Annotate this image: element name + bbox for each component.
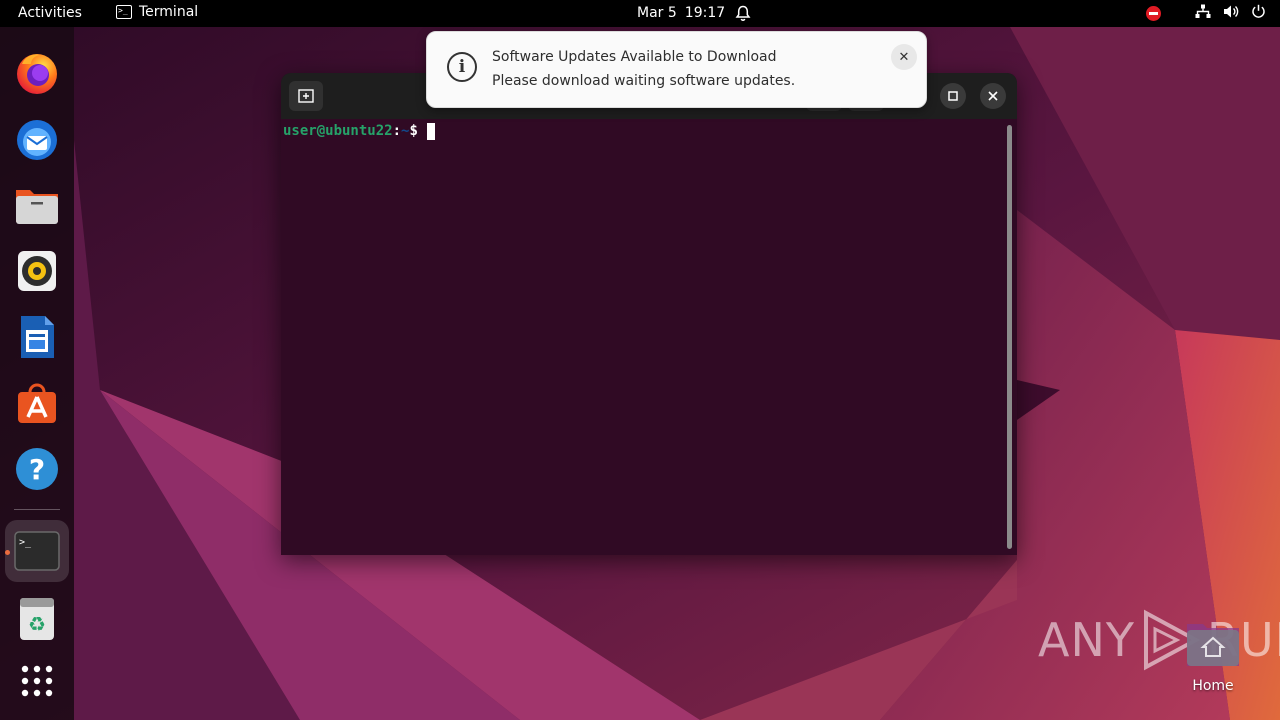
volume-icon	[1223, 4, 1239, 23]
notification-title: Software Updates Available to Download	[492, 49, 777, 65]
new-tab-button[interactable]	[289, 81, 323, 111]
notification-banner[interactable]: i Software Updates Available to Download…	[426, 31, 927, 108]
close-button[interactable]	[980, 83, 1006, 109]
maximize-button[interactable]	[940, 83, 966, 109]
notification-close-button[interactable]: ✕	[891, 44, 917, 70]
app-menu-label: Terminal	[139, 4, 199, 20]
home-folder-label[interactable]: Home	[1185, 678, 1241, 694]
dock: ? >_ ♻	[0, 27, 74, 720]
software-store-icon	[18, 383, 56, 423]
watermark-left: ANY	[1038, 613, 1135, 667]
dock-thunderbird[interactable]	[13, 115, 61, 163]
prompt-dollar: $	[409, 123, 418, 139]
firefox-icon	[17, 54, 57, 94]
top-bar: Activities >_ Terminal Mar 5 19:17	[0, 0, 1280, 27]
help-icon: ?	[16, 448, 58, 490]
activities-button[interactable]: Activities	[18, 5, 82, 21]
terminal-window[interactable]: user@ubuntu22:~$	[281, 73, 1017, 555]
svg-text:♻: ♻	[28, 612, 46, 636]
terminal-output[interactable]: user@ubuntu22:~$	[283, 123, 435, 140]
svg-text:>_: >_	[19, 537, 32, 548]
rhythmbox-icon	[18, 251, 56, 291]
terminal-app-icon: >_	[14, 531, 60, 571]
dock-ubuntu-software[interactable]	[13, 379, 61, 427]
svg-text:?: ?	[29, 453, 45, 486]
system-tray[interactable]	[1146, 4, 1266, 23]
app-menu[interactable]: >_ Terminal	[116, 4, 198, 20]
clock[interactable]: Mar 5 19:17	[637, 5, 725, 21]
dock-firefox[interactable]	[13, 49, 61, 97]
dock-rhythmbox[interactable]	[13, 247, 61, 295]
terminal-scrollbar[interactable]	[1007, 125, 1012, 549]
dock-terminal[interactable]: >_	[5, 520, 69, 582]
power-icon	[1251, 4, 1266, 23]
thunderbird-icon	[17, 120, 57, 160]
files-icon	[16, 190, 58, 224]
terminal-icon: >_	[116, 5, 132, 19]
new-tab-icon	[298, 89, 314, 103]
show-applications-button[interactable]	[13, 657, 61, 705]
dock-files[interactable]	[13, 181, 61, 229]
home-folder-icon[interactable]	[1185, 620, 1241, 668]
dock-help[interactable]: ?	[13, 445, 61, 493]
prompt-user: user@ubuntu22	[283, 123, 393, 139]
dock-libreoffice-writer[interactable]	[13, 313, 61, 361]
maximize-icon	[948, 91, 958, 101]
prompt-colon: :	[392, 123, 402, 139]
close-icon	[988, 91, 998, 101]
bell-icon[interactable]	[735, 5, 751, 26]
dock-separator	[14, 509, 60, 510]
app-grid-icon	[21, 665, 53, 697]
info-icon: i	[447, 52, 477, 82]
dock-trash[interactable]: ♻	[13, 595, 61, 643]
do-not-disturb-icon[interactable]	[1146, 6, 1161, 21]
writer-icon	[21, 316, 54, 358]
network-icon	[1195, 4, 1211, 23]
clock-date: Mar 5	[637, 5, 677, 21]
trash-icon: ♻	[20, 598, 54, 640]
notification-body: Please download waiting software updates…	[492, 73, 796, 89]
text-cursor	[426, 123, 435, 140]
clock-time: 19:17	[684, 5, 726, 21]
watermark: ANY RUN	[1038, 608, 1280, 672]
